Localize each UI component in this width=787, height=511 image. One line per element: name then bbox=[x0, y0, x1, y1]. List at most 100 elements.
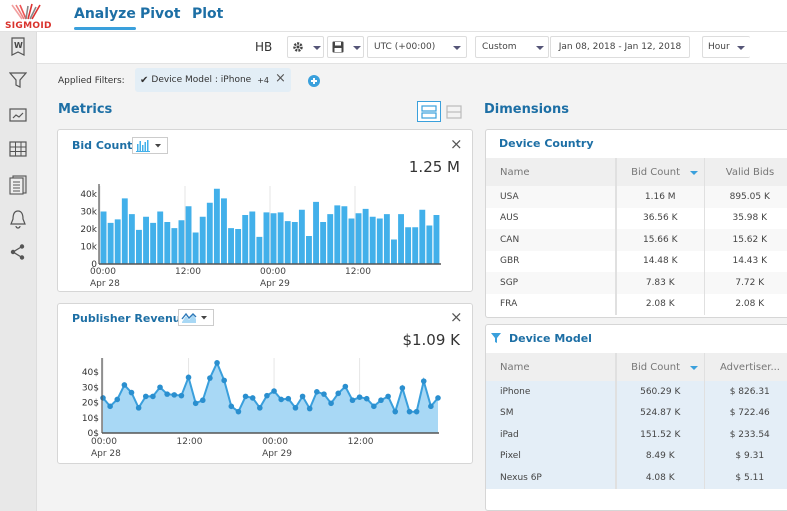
sigmoid-logo[interactable]: SIGMOID bbox=[2, 2, 51, 31]
tab-plot[interactable]: Plot bbox=[192, 6, 223, 22]
publisher-revenue-chart: 0$10$20$30$40$00:00Apr 2812:00 00:00Apr 2… bbox=[82, 358, 441, 459]
x-tick-date-label: Apr 29 bbox=[262, 449, 292, 459]
bar bbox=[228, 228, 234, 264]
granularity-select[interactable]: Hour bbox=[702, 36, 750, 58]
cell-bid-count: 560.29 K bbox=[616, 381, 705, 403]
filter-icon[interactable] bbox=[8, 70, 28, 90]
cell-metric: $ 5.11 bbox=[704, 467, 787, 489]
bar bbox=[157, 211, 164, 264]
bar bbox=[199, 216, 206, 264]
add-filter-button[interactable] bbox=[308, 75, 320, 87]
device-country-table: Name Bid Count Valid Bids USA 1.16 M 895.0… bbox=[486, 158, 787, 315]
column-header-bid-count[interactable]: Bid Count bbox=[616, 353, 684, 381]
settings-dropdown[interactable] bbox=[287, 36, 324, 58]
save-dropdown[interactable] bbox=[327, 36, 364, 58]
bar bbox=[291, 222, 298, 264]
cell-name: USA bbox=[486, 186, 617, 208]
close-card-icon[interactable]: × bbox=[450, 310, 463, 325]
bar bbox=[412, 227, 419, 264]
dimension-card-title: Device Country bbox=[499, 137, 594, 150]
data-point bbox=[428, 403, 434, 410]
remove-filter-icon[interactable]: × bbox=[275, 71, 286, 86]
data-point bbox=[249, 395, 256, 401]
table-row[interactable]: SGP 7.83 K 7.72 K bbox=[486, 272, 787, 294]
top-bar: SIGMOID Analyze Pivot Plot bbox=[0, 0, 787, 32]
data-point bbox=[228, 403, 235, 410]
sort-desc-icon[interactable] bbox=[684, 158, 705, 186]
chart-type-select[interactable] bbox=[178, 309, 214, 326]
cell-name: SGP bbox=[486, 272, 617, 294]
filter-chip[interactable]: ✔ Device Model : iPhone +4 × bbox=[135, 68, 291, 92]
table-row[interactable]: FRA 2.08 K 2.08 K bbox=[486, 293, 787, 315]
table-row[interactable]: SM 524.87 K $ 722.46 bbox=[486, 402, 787, 424]
bar bbox=[100, 211, 107, 264]
y-tick-label: 30k bbox=[80, 208, 97, 218]
cell-bid-count: 1.16 M bbox=[616, 186, 705, 208]
data-point bbox=[349, 397, 356, 404]
x-tick-label: 00:00 bbox=[262, 437, 288, 447]
x-tick-label: 00:00 bbox=[91, 437, 117, 447]
cell-bid-count: 151.52 K bbox=[616, 424, 705, 446]
column-header-valid-bids[interactable]: Valid Bids bbox=[704, 158, 787, 186]
filter-chip-count: +4 bbox=[257, 75, 269, 85]
workspace-icon[interactable]: W bbox=[8, 37, 28, 57]
table-row[interactable]: GBR 14.48 K 14.43 K bbox=[486, 250, 787, 272]
date-range-picker[interactable]: Jan 08, 2018 - Jan 12, 2018 bbox=[550, 36, 690, 58]
close-card-icon[interactable]: × bbox=[450, 137, 463, 152]
data-point bbox=[299, 393, 306, 400]
cell-name: AUS bbox=[486, 207, 617, 229]
data-point bbox=[292, 405, 299, 411]
column-header-bid-count[interactable]: Bid Count bbox=[616, 158, 684, 186]
stacked-layout-icon bbox=[421, 105, 437, 119]
layout-single-button[interactable] bbox=[445, 102, 463, 121]
layout-stacked-button[interactable] bbox=[417, 101, 441, 122]
area-chart-icon bbox=[181, 312, 207, 323]
bar bbox=[263, 212, 270, 264]
report-icon[interactable] bbox=[8, 175, 28, 195]
column-header-name[interactable]: Name bbox=[486, 353, 617, 381]
grid-icon[interactable] bbox=[8, 139, 28, 159]
line-chart-icon[interactable] bbox=[8, 105, 28, 125]
bar bbox=[341, 206, 348, 264]
cell-name: GBR bbox=[486, 250, 617, 272]
x-tick-date-label: Apr 28 bbox=[90, 279, 120, 289]
tab-pivot[interactable]: Pivot bbox=[140, 6, 181, 22]
bell-icon[interactable] bbox=[8, 209, 28, 229]
table-row[interactable]: AUS 36.56 K 35.98 K bbox=[486, 207, 787, 229]
table-row[interactable]: iPad 151.52 K $ 233.54 bbox=[486, 424, 787, 446]
cell-metric: 15.62 K bbox=[704, 229, 787, 251]
data-point bbox=[392, 408, 399, 415]
sort-desc-icon[interactable] bbox=[684, 353, 705, 381]
granularity-value: Hour bbox=[708, 42, 730, 52]
column-header-advertiser[interactable]: Advertiser... bbox=[704, 353, 787, 381]
cell-bid-count: 14.48 K bbox=[616, 250, 705, 272]
column-header-name[interactable]: Name bbox=[486, 158, 617, 186]
check-icon: ✔ bbox=[140, 74, 149, 86]
range-type-select[interactable]: Custom bbox=[475, 36, 549, 58]
bar bbox=[164, 222, 171, 264]
table-row[interactable]: Nexus 6P 4.08 K $ 5.11 bbox=[486, 467, 787, 489]
table-row[interactable]: CAN 15.66 K 15.62 K bbox=[486, 229, 787, 251]
bar bbox=[306, 236, 312, 264]
table-row[interactable]: iPhone 560.29 K $ 826.31 bbox=[486, 381, 787, 403]
cell-name: SM bbox=[486, 402, 617, 424]
bar bbox=[249, 211, 256, 264]
bar bbox=[383, 214, 390, 264]
cell-bid-count: 4.08 K bbox=[616, 467, 705, 489]
table-row[interactable]: USA 1.16 M 895.05 K bbox=[486, 186, 787, 208]
bar bbox=[136, 229, 142, 264]
bar bbox=[348, 218, 355, 264]
applied-filters-bar: Applied Filters: ✔ Device Model : iPhone… bbox=[37, 64, 787, 96]
table-row[interactable]: Pixel 8.49 K $ 9.31 bbox=[486, 445, 787, 467]
data-point bbox=[363, 395, 370, 402]
chart-type-select[interactable] bbox=[132, 137, 168, 154]
tab-analyze[interactable]: Analyze bbox=[74, 6, 136, 30]
bar bbox=[426, 225, 433, 264]
cell-metric: $ 233.54 bbox=[704, 424, 787, 446]
timezone-select[interactable]: UTC (+00:00) bbox=[367, 36, 467, 58]
bar bbox=[128, 214, 135, 264]
save-icon bbox=[332, 41, 344, 53]
data-point bbox=[242, 393, 249, 400]
data-point bbox=[164, 391, 170, 397]
share-icon[interactable] bbox=[8, 242, 28, 262]
